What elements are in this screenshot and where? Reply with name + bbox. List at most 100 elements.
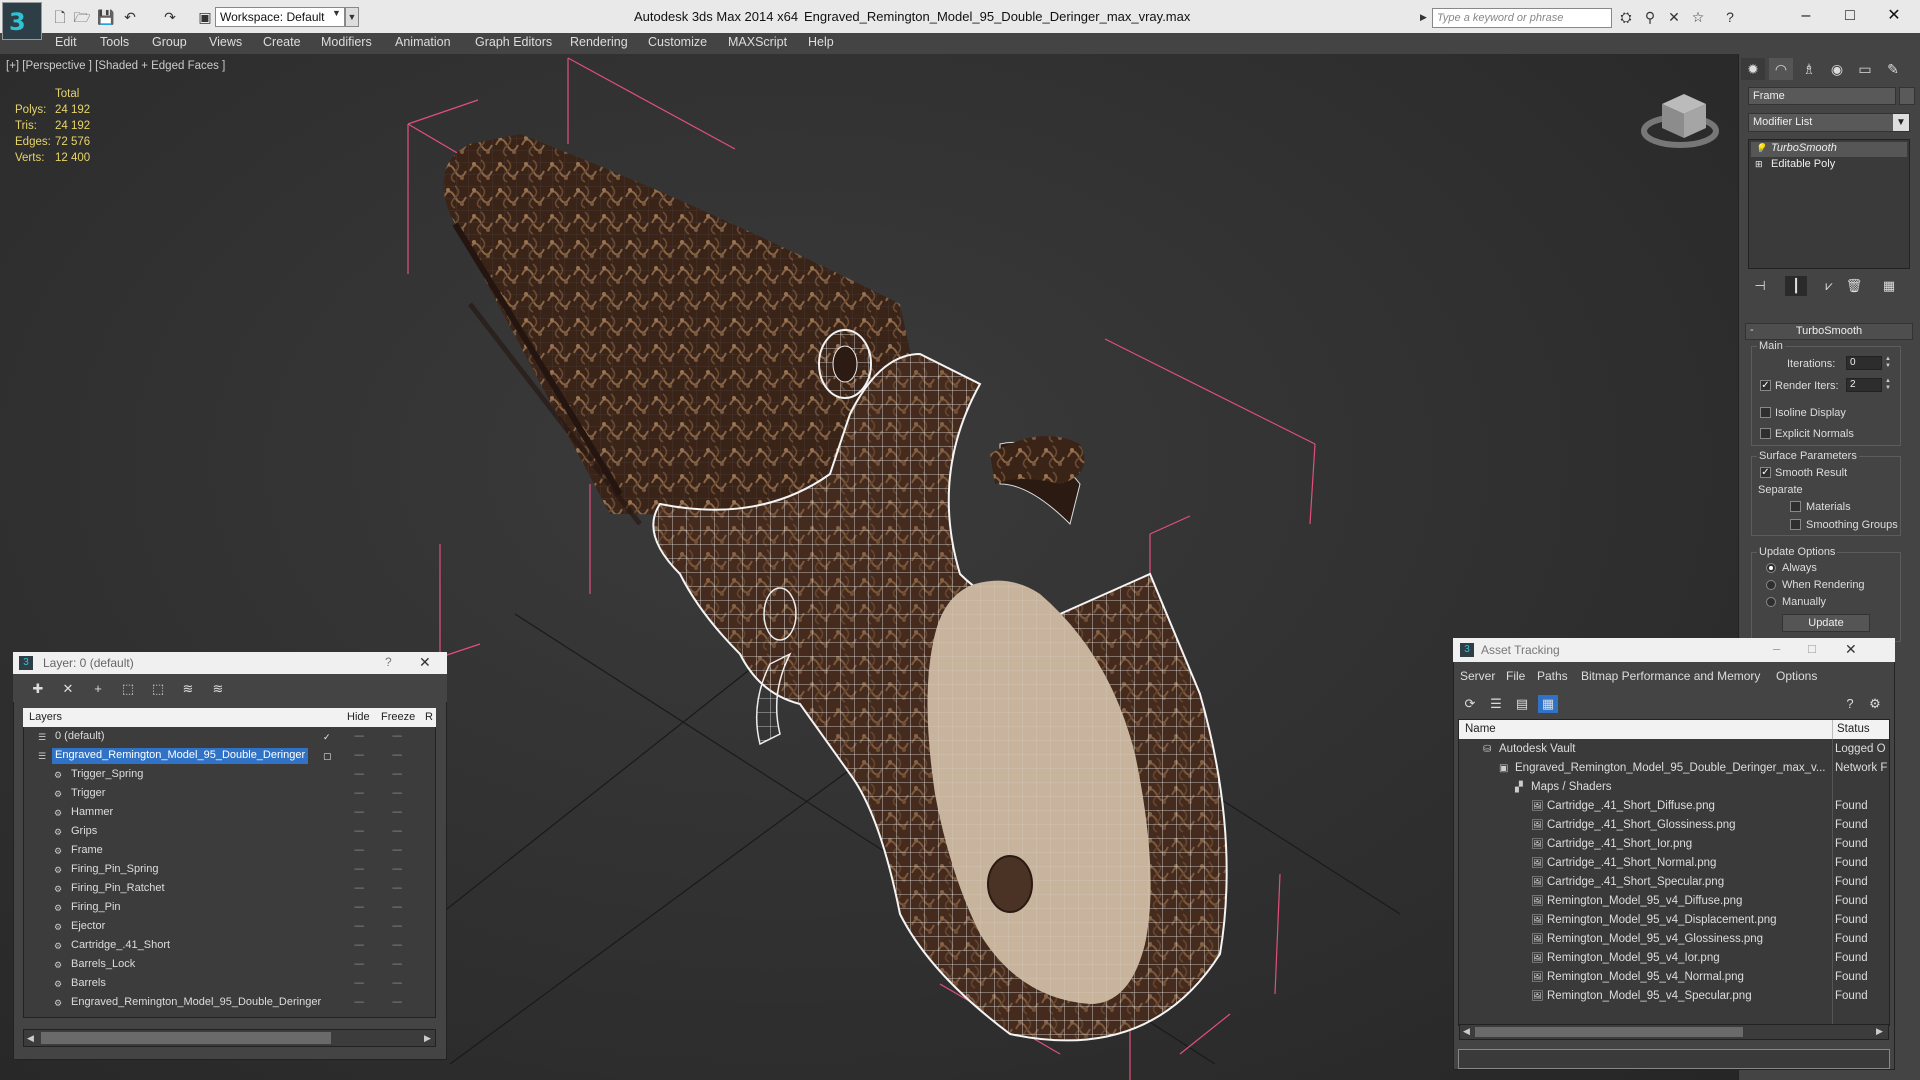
object-name-field[interactable]: Frame bbox=[1748, 87, 1896, 105]
open-file-icon[interactable]: 🗁 bbox=[72, 8, 92, 26]
create-tab-icon[interactable]: ✹ bbox=[1741, 58, 1765, 80]
maximize-button[interactable]: □ bbox=[1808, 641, 1816, 656]
object-color-swatch[interactable] bbox=[1899, 87, 1915, 105]
workspace-select[interactable]: Workspace: Default bbox=[215, 7, 345, 27]
help-button[interactable]: ? bbox=[385, 655, 392, 669]
menu-views[interactable]: Views bbox=[209, 35, 242, 49]
hide-toggle[interactable]: ---- bbox=[354, 902, 364, 913]
column-status[interactable]: Status bbox=[1837, 723, 1870, 735]
asset-row[interactable]: 🖼 Remington_Model_95_v4_Ior.png Found bbox=[1459, 950, 1889, 969]
freeze-toggle[interactable]: ---- bbox=[392, 978, 402, 989]
column-layers[interactable]: Layers bbox=[29, 711, 62, 723]
new-file-icon[interactable]: 🗋 bbox=[50, 8, 70, 26]
freeze-toggle[interactable]: ---- bbox=[392, 750, 402, 761]
render-iters-checkbox[interactable]: ✓ bbox=[1760, 380, 1771, 391]
freeze-toggle[interactable]: ---- bbox=[392, 864, 402, 875]
asset-row[interactable]: 🖼 Cartridge_.41_Short_Glossiness.png Found bbox=[1459, 817, 1889, 836]
chevron-down-icon[interactable]: ▼ bbox=[1893, 114, 1909, 131]
collapse-icon[interactable]: - bbox=[1750, 324, 1754, 336]
maximize-button[interactable]: □ bbox=[1830, 4, 1870, 28]
asset-row[interactable]: ▣ Engraved_Remington_Model_95_Double_Deri… bbox=[1459, 760, 1889, 779]
asset-menu-bitmap[interactable]: Bitmap Performance and Memory bbox=[1581, 669, 1760, 683]
menu-modifiers[interactable]: Modifiers bbox=[321, 35, 372, 49]
select-in-layer-icon[interactable]: ⬚ bbox=[118, 680, 138, 698]
asset-scrollbar-thumb[interactable] bbox=[1475, 1027, 1743, 1037]
subscription-icon[interactable]: ⚲ bbox=[1640, 9, 1660, 27]
table-view-icon[interactable]: ▦ bbox=[1538, 695, 1558, 713]
menu-animation[interactable]: Animation bbox=[395, 35, 451, 49]
render-iters-spinner[interactable]: 2 bbox=[1846, 378, 1882, 392]
close-button[interactable]: ✕ bbox=[1874, 4, 1914, 28]
make-unique-icon[interactable]: ⩗ bbox=[1818, 276, 1840, 296]
expand-icon[interactable]: ⊞ bbox=[1755, 159, 1765, 169]
layer-row[interactable]: ⚙ Firing_Pin_Spring ---- ---- bbox=[24, 861, 435, 880]
hide-toggle[interactable]: ---- bbox=[354, 940, 364, 951]
motion-tab-icon[interactable]: ◉ bbox=[1825, 58, 1849, 80]
menu-rendering[interactable]: Rendering bbox=[570, 35, 628, 49]
current-layer-check-icon[interactable]: ✓ bbox=[323, 731, 335, 743]
help-icon[interactable]: ? bbox=[1840, 695, 1860, 713]
asset-row[interactable]: 🖼 Remington_Model_95_v4_Displacement.png F… bbox=[1459, 912, 1889, 931]
column-freeze[interactable]: Freeze bbox=[381, 711, 415, 723]
tree-view-icon[interactable]: ▤ bbox=[1512, 695, 1532, 713]
layer-row[interactable]: ⚙ Barrels_Lock ---- ---- bbox=[24, 956, 435, 975]
hide-toggle[interactable]: ---- bbox=[354, 807, 364, 818]
viewcube-icon[interactable] bbox=[1641, 94, 1719, 148]
add-to-layer-icon[interactable]: + bbox=[88, 680, 108, 698]
configure-sets-icon[interactable]: ▦ bbox=[1878, 276, 1900, 296]
lightbulb-icon[interactable]: 💡 bbox=[1755, 143, 1766, 153]
layer-row[interactable]: ⚙ Trigger_Spring ---- ---- bbox=[24, 766, 435, 785]
quick-access-dropdown[interactable]: ▼ bbox=[345, 7, 359, 27]
hierarchy-tab-icon[interactable]: ♗ bbox=[1797, 58, 1821, 80]
layer-row[interactable]: ⚙ Engraved_Remington_Model_95_Double_Deri… bbox=[24, 994, 435, 1013]
asset-row[interactable]: 🖼 Cartridge_.41_Short_Ior.png Found bbox=[1459, 836, 1889, 855]
smoothing-groups-checkbox[interactable] bbox=[1790, 519, 1801, 530]
layer-row[interactable]: ⚙ Ejector ---- ---- bbox=[24, 918, 435, 937]
hide-toggle[interactable]: ---- bbox=[354, 959, 364, 970]
favorites-icon[interactable]: ☆ bbox=[1688, 9, 1708, 27]
menu-maxscript[interactable]: MAXScript bbox=[728, 35, 787, 49]
column-name[interactable]: Name bbox=[1465, 723, 1496, 735]
materials-checkbox[interactable] bbox=[1790, 501, 1801, 512]
when-rendering-radio[interactable] bbox=[1766, 580, 1776, 590]
viewport-label[interactable]: [+] [Perspective ] [Shaded + Edged Faces… bbox=[6, 60, 225, 72]
communication-icon[interactable]: ✕ bbox=[1664, 9, 1684, 27]
asset-menu-options[interactable]: Options bbox=[1776, 669, 1817, 683]
hide-toggle[interactable]: ---- bbox=[354, 788, 364, 799]
asset-row[interactable]: 🖼 Remington_Model_95_v4_Glossiness.png Fou… bbox=[1459, 931, 1889, 950]
column-divider[interactable] bbox=[1832, 720, 1833, 739]
layer-scrollbar-thumb[interactable] bbox=[41, 1032, 331, 1044]
freeze-toggle[interactable]: ---- bbox=[392, 826, 402, 837]
project-folder-icon[interactable]: ▣ bbox=[195, 8, 215, 26]
freeze-toggle[interactable]: ---- bbox=[392, 731, 402, 742]
menu-graph-editors[interactable]: Graph Editors bbox=[475, 35, 552, 49]
highlight-layer-icon[interactable]: ⬚ bbox=[148, 680, 168, 698]
freeze-toggle[interactable]: ---- bbox=[392, 959, 402, 970]
column-render[interactable]: R bbox=[425, 711, 433, 723]
column-hide[interactable]: Hide bbox=[347, 711, 370, 723]
menu-customize[interactable]: Customize bbox=[648, 35, 707, 49]
app-logo-icon[interactable]: 3 bbox=[2, 2, 42, 40]
hide-toggle[interactable]: ---- bbox=[354, 769, 364, 780]
layer-row[interactable]: ⚙ Firing_Pin ---- ---- bbox=[24, 899, 435, 918]
layer-dialog-titlebar[interactable]: 3 Layer: 0 (default) ? ✕ bbox=[13, 652, 447, 674]
freeze-toggle[interactable]: ---- bbox=[392, 769, 402, 780]
new-layer-icon[interactable]: ✚ bbox=[28, 680, 48, 698]
binoculars-icon[interactable]: ⛭ bbox=[1616, 9, 1636, 27]
asset-row[interactable]: 🖼 Cartridge_.41_Short_Normal.png Found bbox=[1459, 855, 1889, 874]
iterations-spinner[interactable]: 0 bbox=[1846, 356, 1882, 370]
close-button[interactable]: ✕ bbox=[1845, 641, 1857, 658]
hide-toggle[interactable]: ---- bbox=[354, 921, 364, 932]
spinner-arrows-icon[interactable]: ▲ ▼ bbox=[1884, 378, 1892, 392]
asset-row[interactable]: 🖼 Cartridge_.41_Short_Diffuse.png Found bbox=[1459, 798, 1889, 817]
layer-row[interactable]: ⚙ Hammer ---- ---- bbox=[24, 804, 435, 823]
menu-help[interactable]: Help bbox=[808, 35, 834, 49]
scroll-right-icon[interactable]: ▶ bbox=[1876, 1026, 1883, 1037]
stack-item-turbosmooth[interactable]: 💡 TurboSmooth bbox=[1751, 142, 1907, 157]
always-radio[interactable] bbox=[1766, 563, 1776, 573]
asset-row[interactable]: 🖼 Remington_Model_95_v4_Normal.png Found bbox=[1459, 969, 1889, 988]
hide-toggle[interactable]: ---- bbox=[354, 864, 364, 875]
layer-row[interactable]: ⚙ Grips ---- ---- bbox=[24, 823, 435, 842]
freeze-toggle[interactable]: ---- bbox=[392, 902, 402, 913]
spinner-arrows-icon[interactable]: ▲ ▼ bbox=[1884, 356, 1892, 370]
